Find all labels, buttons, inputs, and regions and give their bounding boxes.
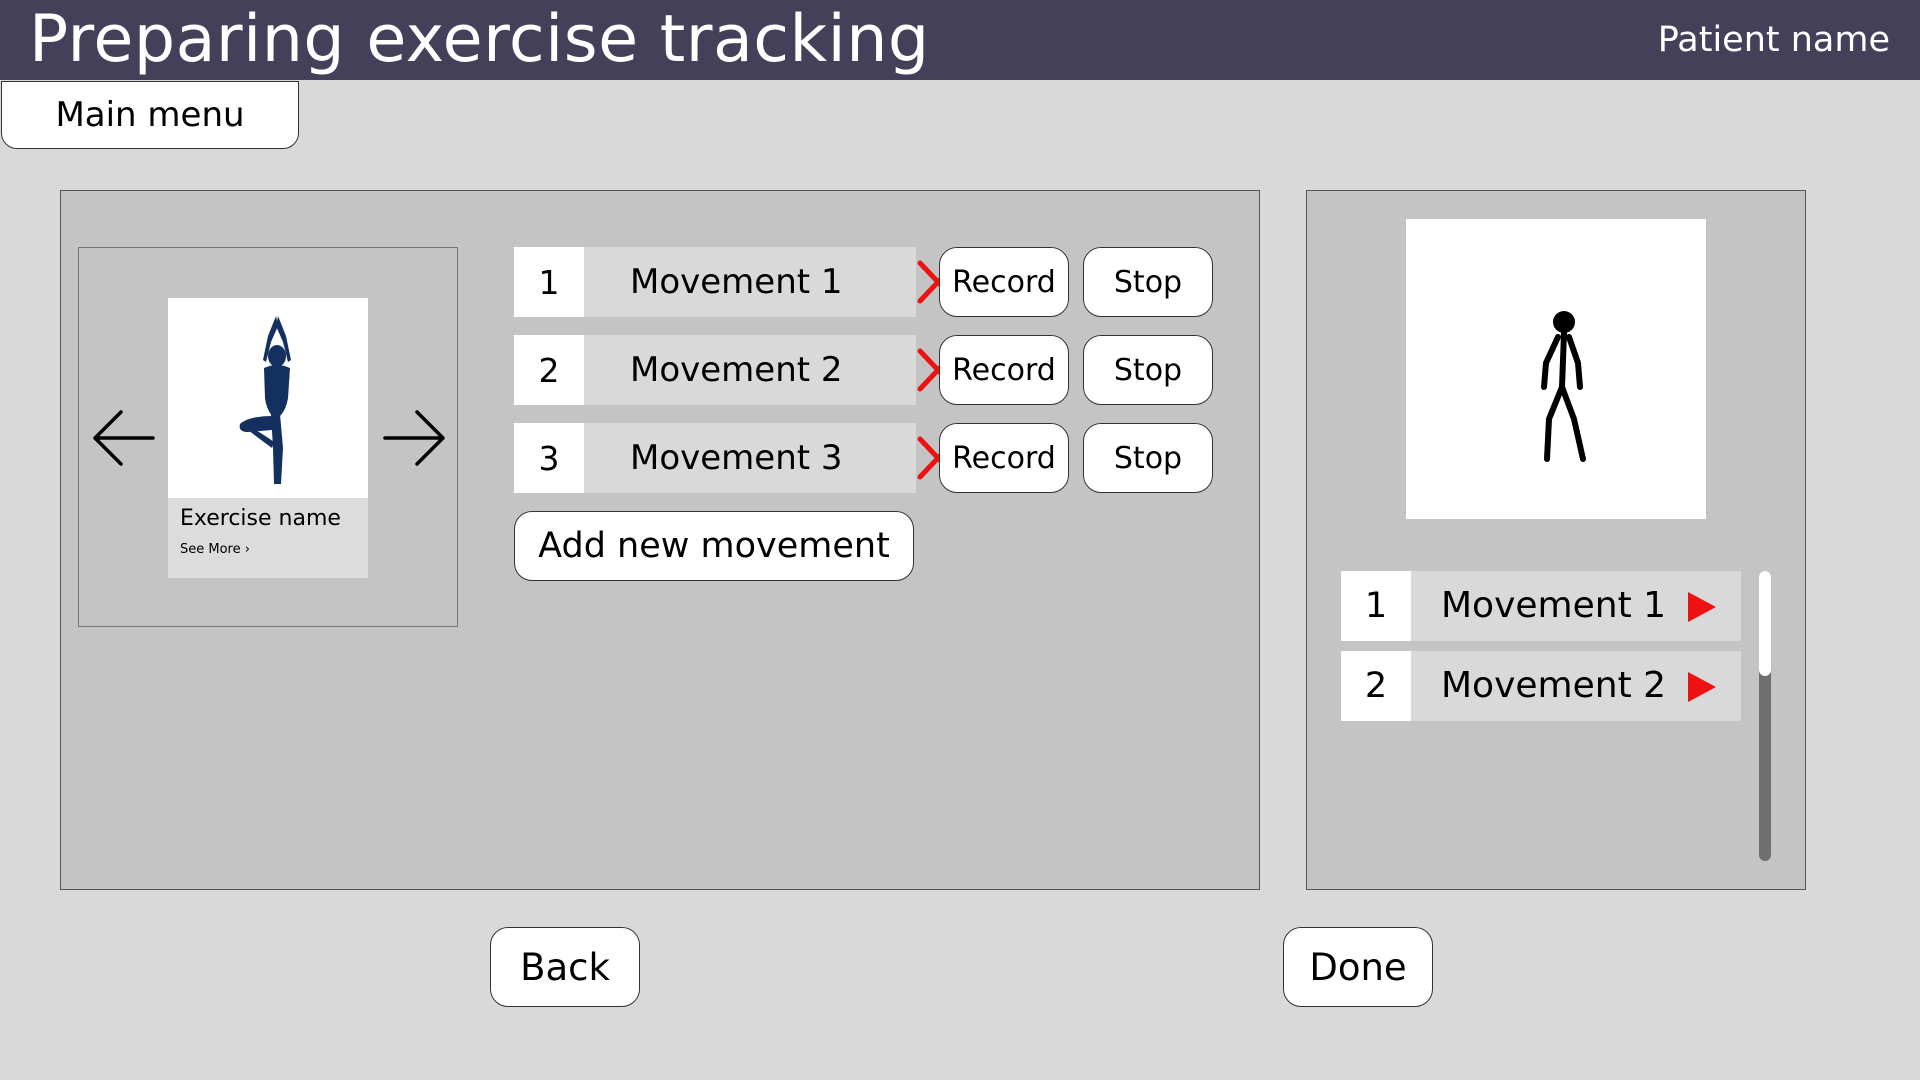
stop-button[interactable]: Stop [1083, 247, 1213, 317]
playlist-row: 2 Movement 2 [1341, 651, 1741, 721]
movement-number: 3 [514, 423, 584, 493]
movement-label-box: Movement 3 [584, 423, 959, 493]
playlist-label: Movement 1 [1441, 585, 1667, 626]
exercise-card[interactable]: Exercise name See More › [168, 298, 368, 578]
yoga-pose-icon [239, 316, 291, 484]
playlist-number: 1 [1341, 571, 1411, 641]
patient-name: Patient name [1657, 20, 1890, 60]
movement-preview-panel: 1 Movement 1 2 Movement 2 [1306, 190, 1806, 890]
back-button[interactable]: Back [490, 927, 640, 1007]
movement-number: 2 [514, 335, 584, 405]
arrow-left-icon[interactable] [89, 408, 157, 468]
movement-number: 1 [514, 247, 584, 317]
scrollbar-thumb[interactable] [1759, 571, 1771, 676]
playlist-label-box: Movement 2 [1411, 651, 1741, 721]
record-button[interactable]: Record [939, 335, 1069, 405]
playlist-number: 2 [1341, 651, 1411, 721]
page-title: Preparing exercise tracking [29, 2, 930, 77]
stop-button[interactable]: Stop [1083, 335, 1213, 405]
movement-row: 2 Movement 2 [514, 335, 959, 405]
exercise-setup-panel: Exercise name See More › 1 Movement 1 Re… [60, 190, 1260, 890]
stick-figure-icon [1541, 311, 1586, 462]
movement-preview [1406, 219, 1706, 519]
exercise-carousel: Exercise name See More › [78, 247, 458, 627]
app-header: Preparing exercise tracking Patient name [0, 0, 1920, 80]
playlist-row: 1 Movement 1 [1341, 571, 1741, 641]
done-button[interactable]: Done [1283, 927, 1433, 1007]
main-menu-button[interactable]: Main menu [1, 81, 299, 149]
record-button[interactable]: Record [939, 247, 1069, 317]
movement-row: 3 Movement 3 [514, 423, 959, 493]
play-icon[interactable] [1686, 590, 1718, 624]
movement-label: Movement 1 [630, 262, 843, 302]
add-movement-button[interactable]: Add new movement [514, 511, 914, 581]
exercise-name: Exercise name [180, 506, 341, 531]
movement-label-box: Movement 1 [584, 247, 959, 317]
playlist-label-box: Movement 1 [1411, 571, 1741, 641]
stop-button[interactable]: Stop [1083, 423, 1213, 493]
play-icon[interactable] [1686, 670, 1718, 704]
movement-label: Movement 2 [630, 350, 843, 390]
see-more-link[interactable]: See More › [180, 542, 250, 558]
arrow-right-icon[interactable] [381, 408, 449, 468]
record-button[interactable]: Record [939, 423, 1069, 493]
movement-row: 1 Movement 1 [514, 247, 959, 317]
exercise-image [168, 298, 368, 498]
movement-label: Movement 3 [630, 438, 843, 478]
movement-label-box: Movement 2 [584, 335, 959, 405]
playlist-label: Movement 2 [1441, 665, 1667, 706]
